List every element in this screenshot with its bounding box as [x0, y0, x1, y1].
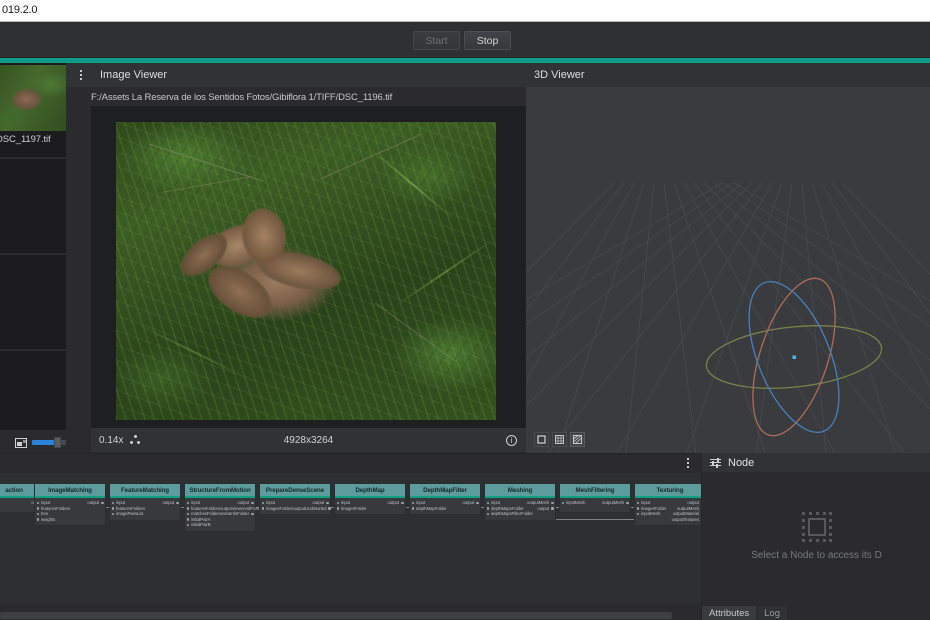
- node-panel-header: Node: [702, 453, 930, 472]
- node-output-port[interactable]: outputTextures: [672, 517, 701, 523]
- node-output-port[interactable]: output: [87, 500, 104, 506]
- graph-node-title: StructureFromMotion: [185, 484, 255, 496]
- graph-node[interactable]: DepthMap input output imagesFolder: [334, 483, 406, 515]
- node-output-port[interactable]: output: [537, 506, 554, 512]
- viewer-3d-panel: 3D Viewer: [526, 63, 930, 455]
- graph-node[interactable]: DepthMapFilter input output depthMapFolder: [409, 483, 481, 515]
- viewer-3d-toolbar: [534, 432, 585, 447]
- graph-node-ports: input outputMesh depthMapsFolder output dept…: [485, 498, 555, 520]
- image-viewer-header: Image Viewer: [66, 63, 526, 87]
- graph-node-ports: input output imagesFolder outputMesh inputMe…: [635, 498, 701, 525]
- node-output-port[interactable]: output: [462, 500, 479, 506]
- start-button[interactable]: Start: [413, 31, 460, 50]
- graph-node-ports: input output featuresFolders tree weights: [35, 498, 105, 525]
- node-input-port[interactable]: initialPairB: [186, 522, 211, 528]
- node-panel-tabs: Attributes Log: [702, 606, 930, 620]
- sliders-icon[interactable]: [710, 457, 721, 468]
- image-viewer-title: Image Viewer: [100, 69, 168, 81]
- graph-node-title: MeshFiltering: [560, 484, 630, 496]
- graph-canvas[interactable]: actionoutputImageMatchinginputoutputfeat…: [0, 473, 701, 603]
- kebab-menu-icon[interactable]: [74, 70, 88, 80]
- image-status-bar: 0.14x 4928x3264 i: [91, 428, 526, 452]
- node-input-port[interactable]: inputMesh: [636, 511, 660, 517]
- graph-node[interactable]: Meshing input outputMesh depthMapsFolder out…: [484, 483, 556, 521]
- node-input-port[interactable]: imagesFolder: [336, 506, 367, 512]
- node-panel-title: Node: [728, 456, 755, 469]
- graph-node-title: DepthMapFilter: [410, 484, 480, 496]
- graph-node-title: FeatureMatching: [110, 484, 180, 496]
- image-canvas[interactable]: [91, 106, 526, 436]
- main-photo[interactable]: [116, 122, 496, 420]
- graph-editor-header: [0, 454, 701, 473]
- info-icon[interactable]: i: [506, 434, 517, 446]
- graph-node[interactable]: Texturing input output imagesFolder outputMe…: [634, 483, 701, 526]
- image-dimensions: 4928x3264: [283, 434, 334, 446]
- graph-editor-panel: actionoutputImageMatchinginputoutputfeat…: [0, 453, 701, 620]
- node-output-port[interactable]: output: [162, 500, 179, 506]
- select-node-placeholder-text: Select a Node to access its D: [751, 550, 882, 561]
- thumbnail-label: DSC_1197.tif: [0, 134, 51, 145]
- image-path-text: F:/Assets La Reserva de los Sentidos Fot…: [91, 91, 393, 103]
- scrollbar-thumb[interactable]: [0, 612, 672, 619]
- stop-button[interactable]: Stop: [464, 31, 511, 50]
- image-viewer-panel: Image Viewer F:/Assets La Reserva de los…: [66, 63, 526, 455]
- kebab-menu-icon[interactable]: [681, 458, 695, 468]
- graph-node-ports: input output featuresFolders imagePairsList: [110, 498, 180, 520]
- node-input-port[interactable]: depthMapFolder: [411, 506, 447, 512]
- thumbnail-size-icon[interactable]: [14, 436, 28, 448]
- graph-node-title: Meshing: [485, 484, 555, 496]
- node-input-port[interactable]: inputMesh: [561, 500, 585, 506]
- graph-node[interactable]: MeshFiltering inputMesh outputMesh: [559, 483, 631, 513]
- node-input-port[interactable]: weights: [36, 517, 55, 523]
- grid-icon[interactable]: [552, 432, 567, 447]
- tab-attributes[interactable]: Attributes: [702, 606, 758, 620]
- select-node-icon: [801, 512, 832, 542]
- node-input-port[interactable]: imagePairsList: [111, 511, 144, 517]
- graph-node-ports: input output imagesFolders outputUndistorte…: [260, 498, 332, 514]
- graph-node-ports: inputMesh outputMesh: [560, 498, 630, 512]
- graph-node-title: ImageMatching: [35, 484, 105, 496]
- window-title: 019.2.0: [2, 4, 38, 16]
- node-input-port[interactable]: imagesFolders: [261, 506, 294, 512]
- window-titlebar: 019.2.0: [0, 0, 930, 22]
- thumbnail-image[interactable]: [0, 65, 76, 131]
- graph-node-ports: input output imagesFolder: [335, 498, 405, 514]
- graph-node-title: DepthMap: [335, 484, 405, 496]
- node-attributes-panel: Node Select a Node to access its D Attri…: [701, 453, 930, 620]
- meshroom-window: 019.2.0 Start Stop DSC_1197.tif DSC_1199…: [0, 0, 930, 620]
- graph-node-ports: input output featuresFolders outputViewsAnd…: [185, 498, 267, 531]
- node-output-port[interactable]: outputMesh: [602, 500, 629, 506]
- node-output-port[interactable]: output: [387, 500, 404, 506]
- node-panel-body: Select a Node to access its D: [702, 472, 930, 601]
- node-output-port[interactable]: outputUndistorted: [294, 506, 332, 512]
- viewer-3d-header: 3D Viewer: [526, 63, 930, 87]
- graph-node-ports: input output depthMapFolder: [410, 498, 480, 514]
- viewer-3d-canvas[interactable]: [526, 87, 930, 455]
- slider-handle[interactable]: [53, 436, 61, 448]
- bounding-box-icon[interactable]: [534, 432, 549, 447]
- graph-node[interactable]: FeatureMatching input output featuresFolder…: [109, 483, 181, 521]
- viewer-3d-scene: [526, 182, 930, 455]
- gizmo-toggle-icon[interactable]: [570, 432, 585, 447]
- gizmo-center-point: [792, 355, 796, 359]
- graph-horizontal-scrollbar[interactable]: [0, 611, 701, 620]
- node-output-port[interactable]: extraInfoFolder: [221, 511, 254, 517]
- node-input-port[interactable]: depthMapsFilterFolder: [486, 511, 533, 517]
- graph-node[interactable]: PrepareDenseScene input output imagesFolder…: [259, 483, 331, 515]
- viewer-3d-title: 3D Viewer: [534, 69, 585, 81]
- graph-node-title: Texturing: [635, 484, 701, 496]
- graph-node[interactable]: StructureFromMotion input output featuresFo…: [184, 483, 267, 532]
- graph-node-title: PrepareDenseScene: [260, 484, 330, 496]
- tab-log[interactable]: Log: [757, 606, 788, 620]
- image-path-bar: F:/Assets La Reserva de los Sentidos Fot…: [91, 88, 526, 106]
- graph-node[interactable]: ImageMatching input output featuresFolders t…: [34, 483, 106, 526]
- compute-toolbar: Start Stop: [0, 22, 930, 58]
